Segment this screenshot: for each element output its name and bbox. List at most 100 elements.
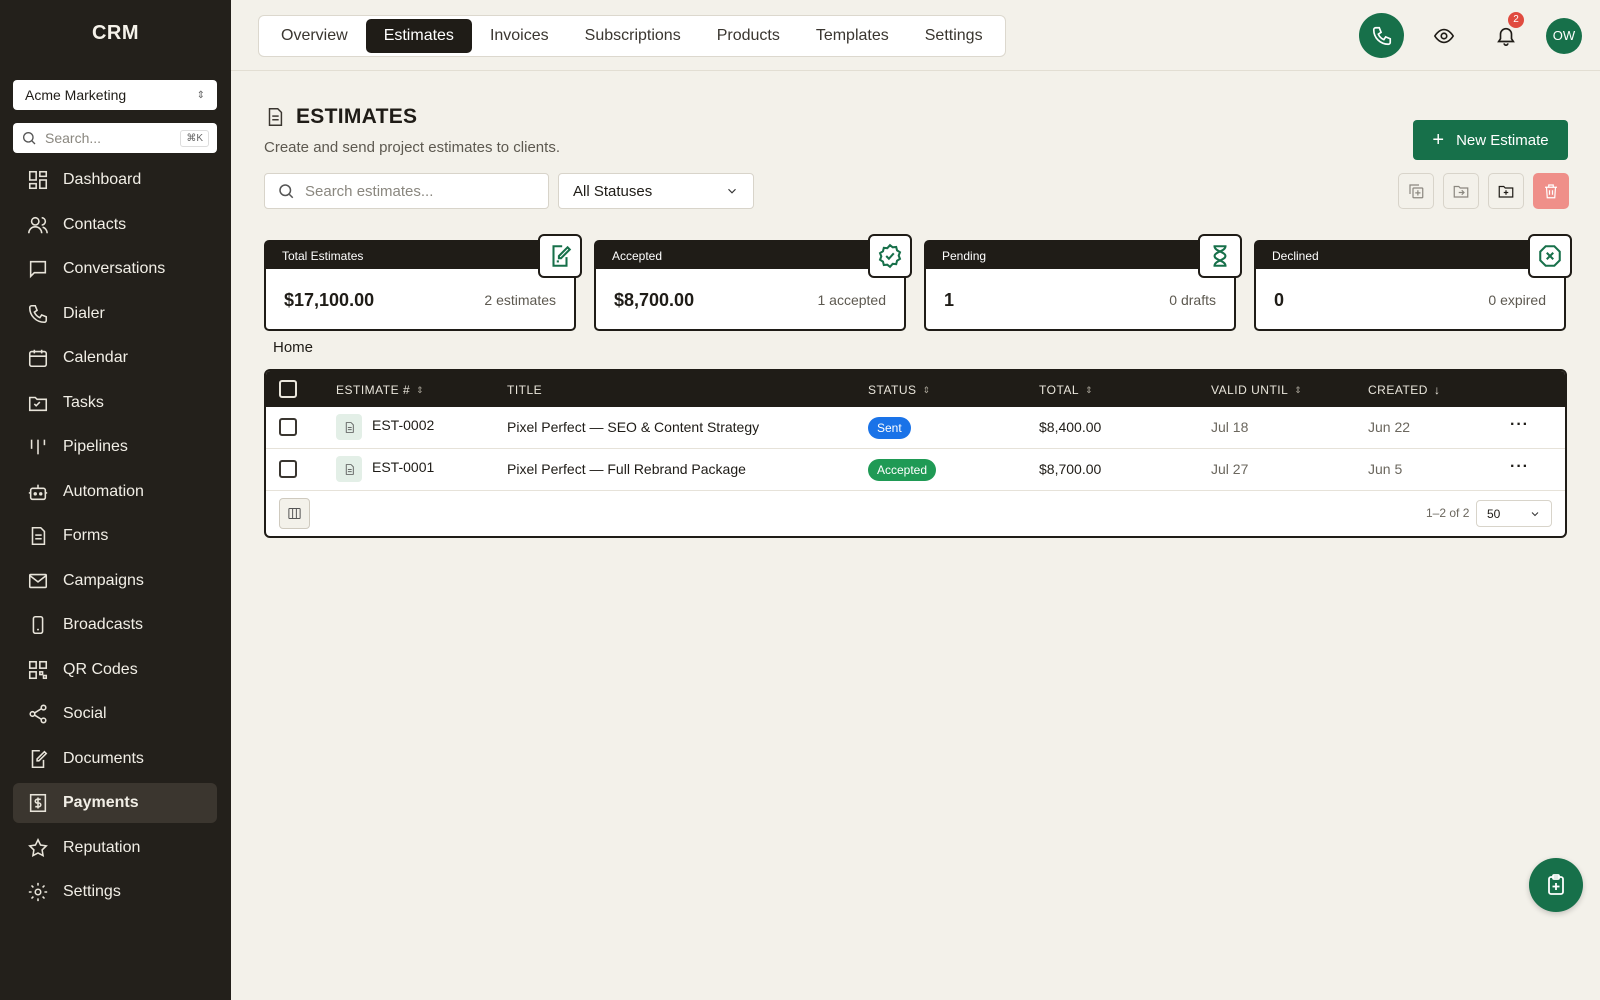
- plus-icon: +: [1432, 129, 1445, 151]
- sidebar-nav: Dashboard Contacts Conversations Dialer …: [13, 160, 217, 917]
- tab-overview[interactable]: Overview: [263, 19, 366, 53]
- move-button[interactable]: [1443, 173, 1479, 209]
- sidebar-item-settings[interactable]: Settings: [13, 872, 217, 912]
- stat-meta: 2 estimates: [484, 292, 556, 308]
- status-filter-select[interactable]: All Statuses: [558, 173, 754, 209]
- stat-meta: 0 drafts: [1169, 292, 1216, 308]
- estimates-search-input[interactable]: Search estimates...: [264, 173, 549, 209]
- search-icon: [279, 184, 294, 199]
- sidebar-item-reputation[interactable]: Reputation: [13, 828, 217, 868]
- bell-icon: [1497, 27, 1515, 46]
- delete-button[interactable]: [1533, 173, 1569, 209]
- stat-value: $17,100.00: [284, 289, 375, 310]
- sidebar-item-label: Documents: [63, 749, 144, 767]
- sidebar-item-label: Broadcasts: [63, 616, 144, 633]
- sidebar-item-dialer[interactable]: Dialer: [13, 294, 217, 334]
- column-label: ESTIMATE #: [336, 383, 411, 397]
- stat-label: Total Estimates: [266, 242, 574, 269]
- workspace-select[interactable]: Acme Marketing ⇕: [13, 80, 217, 110]
- page-size-select[interactable]: 50: [1476, 500, 1552, 527]
- row-actions-icon[interactable]: ···: [1510, 416, 1529, 434]
- column-header-created[interactable]: CREATED ↓: [1368, 383, 1440, 397]
- section-tabs: Overview Estimates Invoices Subscription…: [258, 15, 1006, 57]
- row-checkbox[interactable]: [279, 460, 297, 478]
- sort-icon: ⇕: [1294, 384, 1303, 395]
- table-row[interactable]: EST-0001 Pixel Perfect — Full Rebrand Pa…: [266, 449, 1565, 491]
- sidebar-item-automation[interactable]: Automation: [13, 472, 217, 512]
- dollar-icon: [29, 793, 47, 813]
- estimate-number[interactable]: EST-0001: [372, 459, 434, 475]
- column-label: CREATED: [1368, 383, 1428, 397]
- sidebar-item-forms[interactable]: Forms: [13, 516, 217, 556]
- sidebar-item-social[interactable]: Social: [13, 694, 217, 734]
- table-row[interactable]: EST-0002 Pixel Perfect — SEO & Content S…: [266, 407, 1565, 449]
- row-actions-icon[interactable]: ···: [1510, 458, 1529, 476]
- sidebar-item-label: Dialer: [63, 304, 105, 322]
- columns-icon: [288, 508, 301, 519]
- sidebar-item-dashboard[interactable]: Dashboard: [13, 160, 217, 200]
- tab-invoices[interactable]: Invoices: [472, 19, 567, 53]
- tab-products[interactable]: Products: [699, 19, 798, 53]
- column-header-title: TITLE: [507, 383, 542, 397]
- sidebar-item-label: Reputation: [63, 838, 141, 856]
- star-icon: [28, 837, 48, 857]
- sidebar-item-pipelines[interactable]: Pipelines: [13, 427, 217, 467]
- folder-icon: [28, 396, 48, 411]
- status-badge: Accepted: [868, 459, 937, 481]
- sidebar-item-campaigns[interactable]: Campaigns: [13, 561, 217, 601]
- select-all-checkbox[interactable]: [279, 380, 297, 398]
- sidebar-item-payments[interactable]: Payments: [13, 783, 217, 823]
- column-header-total[interactable]: TOTAL ⇕: [1039, 383, 1093, 397]
- quick-add-button[interactable]: [1529, 858, 1583, 912]
- bulk-actions: [1398, 173, 1569, 209]
- column-header-valid-until[interactable]: VALID UNTIL ⇕: [1211, 383, 1302, 397]
- stat-label: Accepted: [596, 242, 904, 269]
- stat-label: Pending: [926, 242, 1234, 269]
- estimate-number[interactable]: EST-0002: [372, 417, 434, 433]
- sidebar-item-qr-codes[interactable]: QR Codes: [13, 650, 217, 690]
- sidebar-item-tasks[interactable]: Tasks: [13, 383, 217, 423]
- new-estimate-label: New Estimate: [1456, 131, 1549, 149]
- sidebar-item-broadcasts[interactable]: Broadcasts: [13, 605, 217, 645]
- phone-icon: [1372, 26, 1391, 45]
- column-header-status[interactable]: STATUS ⇕: [868, 383, 931, 397]
- stat-card-accepted: Accepted $8,700.00 1 accepted: [594, 234, 912, 331]
- tab-templates[interactable]: Templates: [798, 19, 907, 53]
- duplicate-button[interactable]: [1398, 173, 1434, 209]
- sidebar-item-calendar[interactable]: Calendar: [13, 338, 217, 378]
- notifications-button[interactable]: 2: [1484, 11, 1528, 58]
- tab-subscriptions[interactable]: Subscriptions: [567, 19, 699, 53]
- add-folder-button[interactable]: [1488, 173, 1524, 209]
- page-size-value: 50: [1487, 506, 1501, 521]
- sort-icon: ⇕: [1085, 384, 1094, 395]
- stat-value: 0: [1274, 289, 1285, 310]
- sidebar-item-label: Dashboard: [63, 171, 142, 188]
- workspace-label: Acme Marketing: [25, 87, 127, 103]
- robot-icon: [28, 484, 48, 500]
- sidebar-search-input[interactable]: Search... ⌘K: [13, 123, 217, 153]
- document-icon: [336, 456, 362, 482]
- new-estimate-button[interactable]: + New Estimate: [1413, 120, 1568, 160]
- pagination-info: 1–2 of 2: [1426, 506, 1470, 520]
- sidebar-item-documents[interactable]: Documents: [13, 739, 217, 779]
- page-subtitle: Create and send project estimates to cli…: [264, 139, 560, 156]
- stat-meta: 0 expired: [1488, 292, 1546, 308]
- tab-estimates[interactable]: Estimates: [365, 19, 472, 53]
- breadcrumb[interactable]: Home: [273, 339, 313, 356]
- notification-badge: 2: [1508, 11, 1524, 28]
- avatar[interactable]: OW: [1546, 17, 1582, 54]
- estimate-valid-until: Jul 27: [1211, 461, 1249, 477]
- clipboard-plus-icon: [1548, 874, 1564, 895]
- stat-card-total: Total Estimates $17,100.00 2 estimates: [264, 234, 582, 331]
- status-badge: Sent: [868, 417, 911, 439]
- row-checkbox[interactable]: [279, 418, 297, 436]
- stat-label: Declined: [1256, 242, 1564, 269]
- column-header-estimate[interactable]: ESTIMATE # ⇕: [336, 383, 424, 397]
- call-button[interactable]: [1359, 13, 1404, 58]
- calendar-icon: [28, 349, 48, 368]
- sidebar-item-contacts[interactable]: Contacts: [13, 205, 217, 245]
- tab-settings[interactable]: Settings: [907, 19, 1001, 53]
- columns-toggle-button[interactable]: [279, 498, 310, 529]
- preview-button[interactable]: [1422, 14, 1466, 58]
- sidebar-item-conversations[interactable]: Conversations: [13, 249, 217, 289]
